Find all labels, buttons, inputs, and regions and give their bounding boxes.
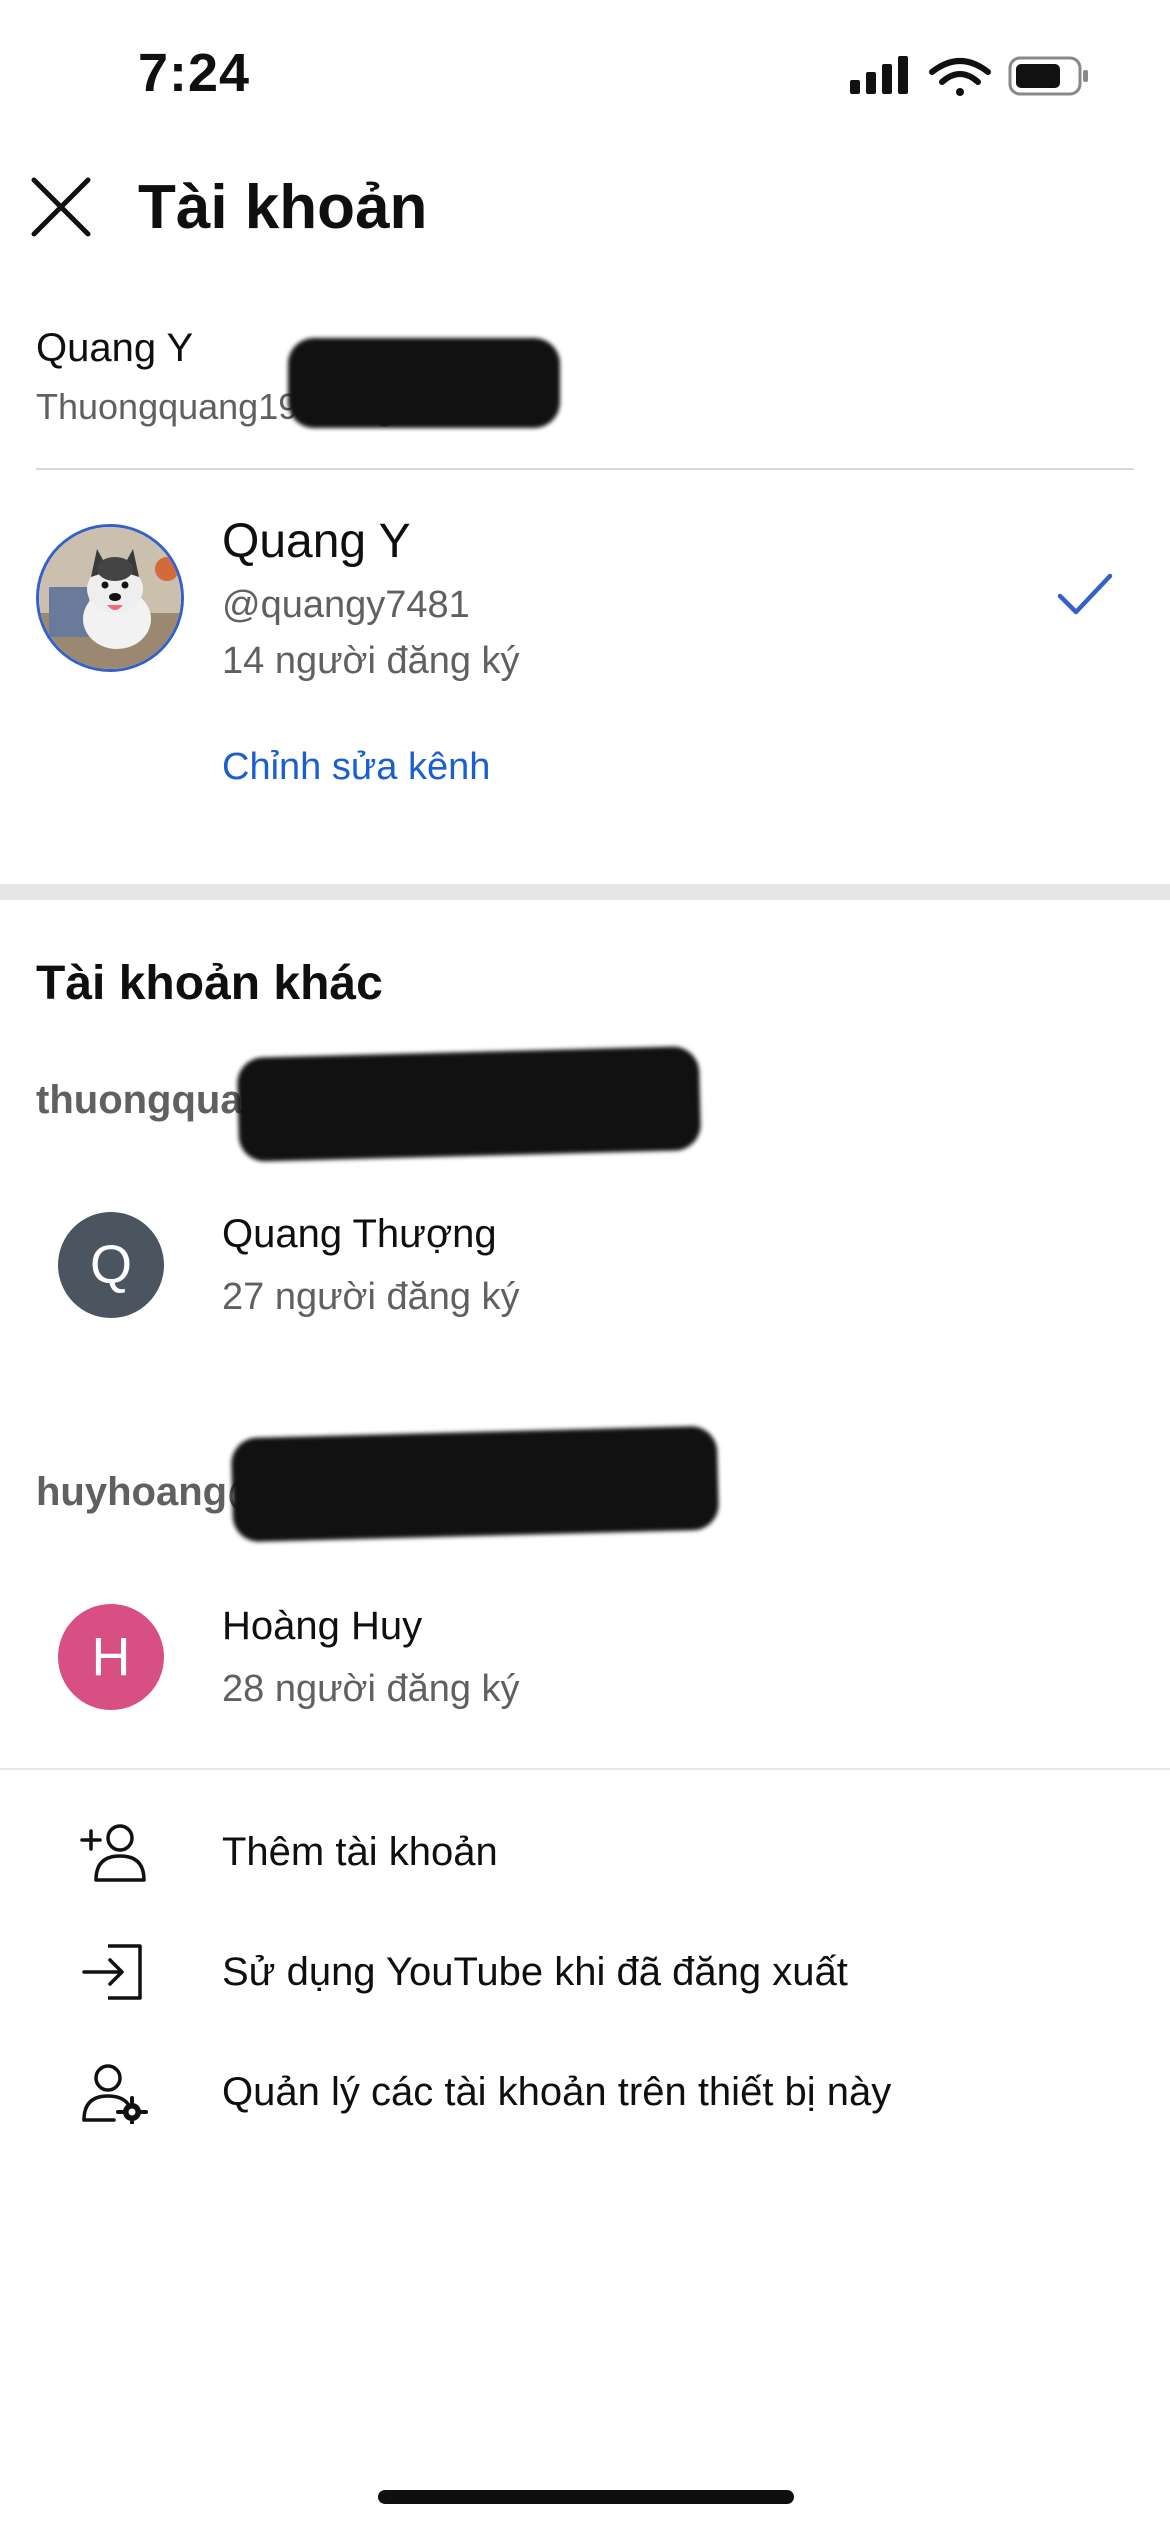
manage-accounts-item[interactable]: Quản lý các tài khoản trên thiết bị này	[222, 2070, 891, 2115]
section-divider	[0, 884, 1170, 900]
account-channel-subscribers: 28 người đăng ký	[222, 1668, 520, 1710]
account-avatar[interactable]: Q	[58, 1212, 164, 1318]
wifi-icon	[929, 58, 991, 96]
sign-in-icon[interactable]	[78, 1940, 150, 2004]
channel-name: Quang Y	[222, 515, 411, 568]
channel-subscribers: 14 người đăng ký	[222, 640, 520, 682]
manage-accounts-icon[interactable]	[78, 2060, 150, 2124]
add-account-icon[interactable]	[78, 1820, 150, 1884]
status-time: 7:24	[138, 43, 251, 103]
add-account-item[interactable]: Thêm tài khoản	[222, 1830, 498, 1875]
close-icon[interactable]	[26, 172, 96, 242]
signal-icon	[850, 56, 908, 94]
home-indicator[interactable]	[378, 2490, 794, 2504]
status-icons	[850, 56, 1088, 96]
account-channel-name[interactable]: Quang Thượng	[222, 1212, 497, 1257]
account-channel-subscribers: 27 người đăng ký	[222, 1276, 520, 1318]
checkmark-icon	[1057, 573, 1113, 615]
divider	[36, 468, 1134, 470]
redaction-mark	[288, 338, 560, 428]
account-name: Quang Y	[36, 326, 194, 370]
edit-channel-link[interactable]: Chỉnh sửa kênh	[222, 746, 490, 789]
other-accounts-title: Tài khoản khác	[36, 957, 383, 1010]
battery-icon	[1008, 56, 1088, 96]
account-avatar[interactable]: H	[58, 1604, 164, 1710]
redaction-mark	[236, 1045, 702, 1163]
redaction-mark	[230, 1425, 720, 1543]
page-title: Tài khoản	[138, 173, 428, 242]
use-signed-out-item[interactable]: Sử dụng YouTube khi đã đăng xuất	[222, 1950, 848, 1995]
dog-photo	[39, 527, 181, 669]
avatar[interactable]	[36, 524, 184, 672]
channel-handle: @quangy7481	[222, 584, 470, 626]
account-channel-name[interactable]: Hoàng Huy	[222, 1604, 422, 1649]
divider	[0, 1768, 1170, 1770]
